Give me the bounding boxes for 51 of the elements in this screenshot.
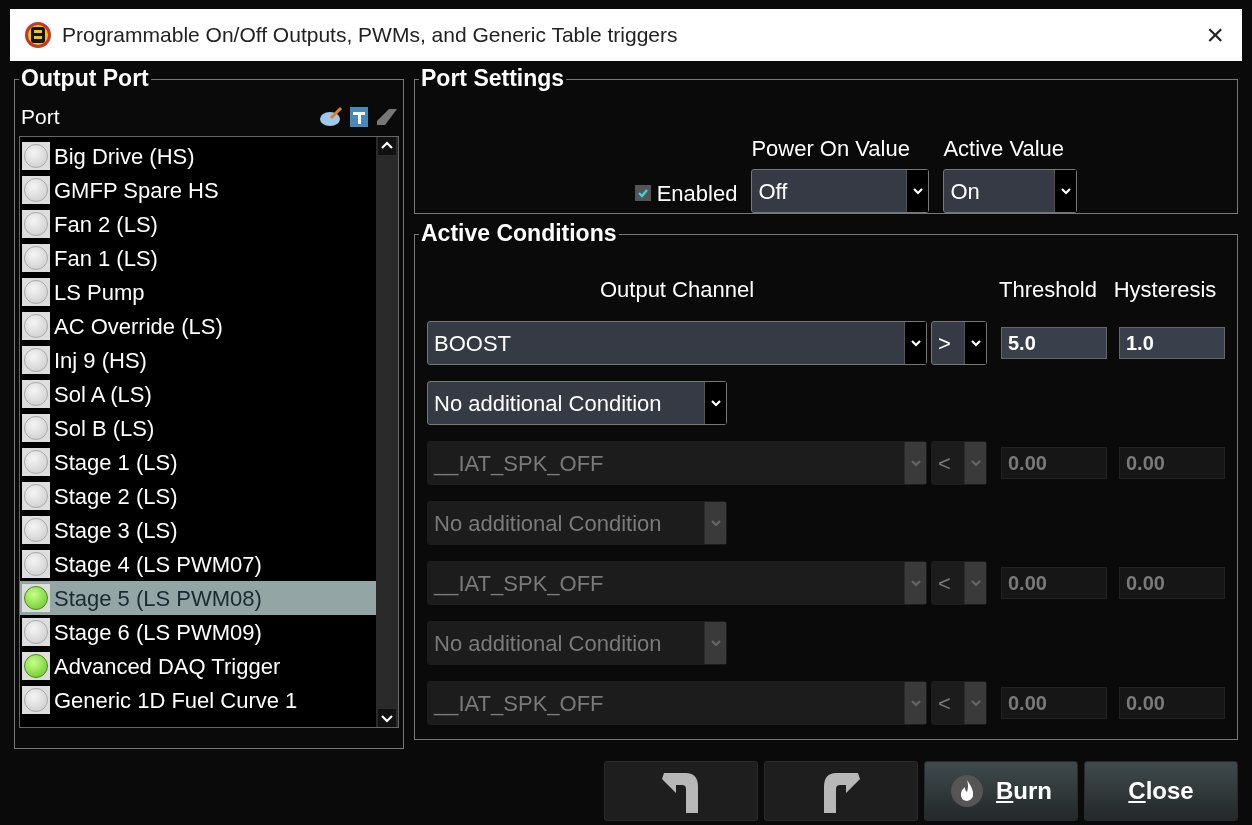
port-list-item[interactable]: AC Override (LS) [20, 309, 376, 343]
eraser-icon[interactable] [375, 107, 399, 127]
checkbox-label: Enabled [656, 179, 738, 208]
port-list-item[interactable]: LS Pump [20, 275, 376, 309]
document-icon[interactable] [349, 106, 369, 128]
operator-dropdown[interactable]: > [931, 321, 987, 365]
field-label: Active Value [943, 135, 1066, 163]
dropdown[interactable]: Off [751, 169, 930, 213]
channel-dropdown[interactable]: BOOST [427, 321, 927, 365]
port-list-item[interactable]: Stage 3 (LS) [20, 513, 376, 547]
port-list-item[interactable]: Stage 6 (LS PWM09) [20, 615, 376, 649]
field-label: Power On Value [751, 135, 911, 163]
close-button[interactable]: Close [1084, 761, 1238, 821]
scroll-up-icon[interactable] [378, 137, 396, 155]
dropdown-caret-icon[interactable] [964, 322, 986, 364]
number-field[interactable]: 1.0 [1119, 327, 1225, 359]
port-list-item[interactable]: Big Drive (HS) [20, 139, 376, 173]
port-list-item[interactable]: Stage 4 (LS PWM07) [20, 547, 376, 581]
dropdown-caret-icon[interactable] [906, 170, 929, 212]
port-list-item[interactable]: Fan 1 (LS) [20, 241, 376, 275]
condition-dropdown[interactable]: No additional Condition [427, 381, 727, 425]
port-list-item[interactable]: GMFP Spare HS [20, 173, 376, 207]
window-title: Programmable On/Off Outputs, PWMs, and Generic Table triggers [62, 22, 679, 49]
port-list-item[interactable]: Fan 2 (LS) [20, 207, 376, 241]
dropdown-caret-icon[interactable] [1054, 170, 1077, 212]
column-header: Hysteresis [1112, 275, 1218, 304]
dropdown-caret-icon[interactable] [704, 382, 726, 424]
port-list-item[interactable]: Sol B (LS) [20, 411, 376, 445]
port-list-item[interactable]: Generic 1D Fuel Curve 1 [20, 683, 376, 717]
column-header: Threshold [998, 275, 1098, 304]
edit-comment-icon[interactable] [319, 106, 343, 128]
undo-button[interactable] [604, 761, 758, 821]
port-list-item[interactable]: Advanced DAQ Trigger [20, 649, 376, 683]
port-list-item[interactable]: Stage 5 (LS PWM08) [20, 581, 376, 615]
close-button[interactable]: × [1206, 19, 1224, 50]
enabled-checkbox[interactable] [634, 185, 651, 201]
scroll-down-icon[interactable] [378, 709, 396, 727]
port-list-item[interactable]: Stage 2 (LS) [20, 479, 376, 513]
dropdown-caret-icon[interactable] [904, 322, 926, 364]
port-list-item[interactable]: Stage 1 (LS) [20, 445, 376, 479]
column-header: Port [21, 104, 60, 131]
number-field[interactable]: 5.0 [1001, 327, 1107, 359]
port-list-item[interactable]: Inj 9 (HS) [20, 343, 376, 377]
dropdown[interactable]: On [943, 169, 1078, 213]
column-header: Output Channel [598, 275, 756, 304]
app-logo-icon [24, 20, 52, 49]
flame-icon [950, 774, 984, 808]
redo-button[interactable] [764, 761, 918, 821]
burn-button[interactable]: Burn [924, 761, 1078, 821]
port-list-item[interactable]: Sol A (LS) [20, 377, 376, 411]
scrollbar[interactable] [376, 137, 398, 727]
